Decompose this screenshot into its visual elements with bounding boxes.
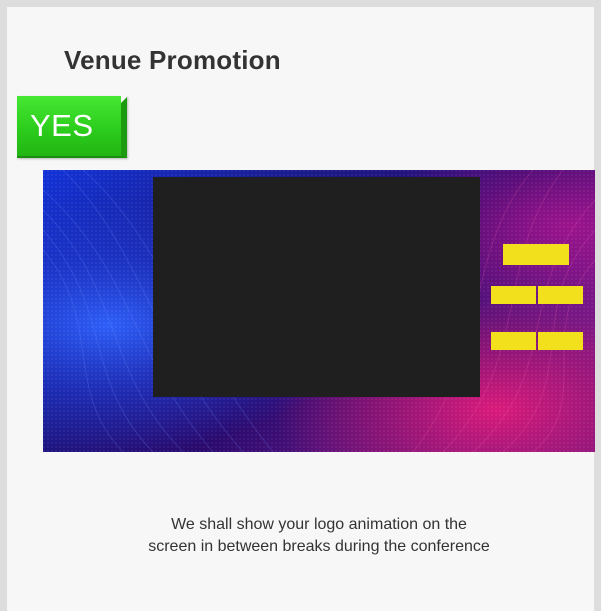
screen-placeholder [153,177,480,397]
card-caption: We shall show your logo animation on the… [43,514,595,558]
yes-badge[interactable]: YES [17,96,127,158]
card-title: Venue Promotion [64,45,281,75]
caption-line-2: screen in between breaks during the conf… [148,538,490,555]
promotion-card: Venue Promotion YES We shall show your l… [0,0,601,611]
caption-line-1: We shall show your logo animation on the [171,516,467,533]
venue-screen-image [43,170,595,452]
